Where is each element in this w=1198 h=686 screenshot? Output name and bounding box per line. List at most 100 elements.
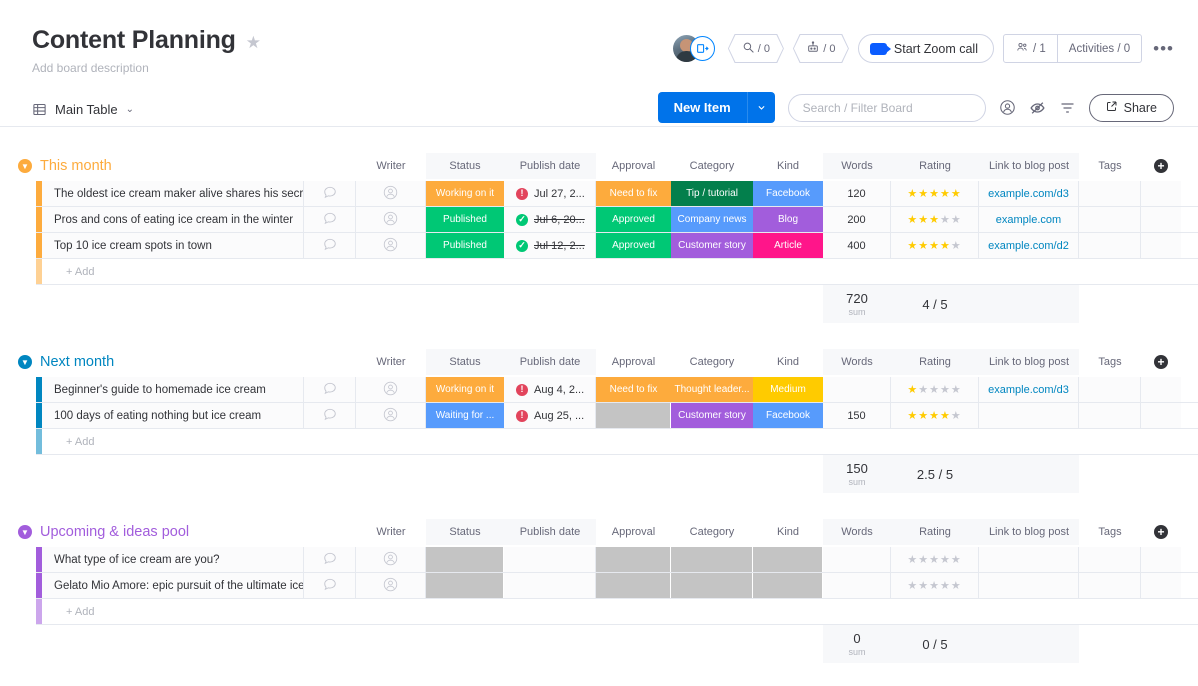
add-item-row[interactable]: + Add — [36, 599, 1198, 625]
cell-status[interactable]: Working on it — [426, 377, 504, 402]
cell-status[interactable]: Published — [426, 233, 504, 258]
tab-main-table[interactable]: Main Table ⌄ — [32, 102, 134, 117]
table-row[interactable]: Top 10 ice cream spots in town Published ✓… — [36, 233, 1198, 259]
share-button[interactable]: Share — [1088, 93, 1174, 122]
cell-status[interactable]: Working on it — [426, 181, 504, 206]
column-header-rating[interactable]: Rating — [891, 349, 979, 375]
add-item-label[interactable]: + Add — [42, 259, 426, 284]
cell-words[interactable]: 120 — [823, 181, 891, 206]
summary-rating[interactable]: 0 / 5 — [891, 625, 979, 663]
cell-words[interactable] — [823, 573, 891, 598]
cell-link[interactable]: example.com/d3 — [979, 181, 1079, 206]
cell-writer[interactable] — [356, 377, 426, 402]
cell-rating[interactable]: ★ ★ ★ ★ ★ — [891, 573, 979, 598]
cell-category[interactable] — [671, 547, 753, 572]
column-header-link[interactable]: Link to blog post — [979, 349, 1079, 375]
cell-status[interactable] — [426, 547, 504, 572]
add-column-button[interactable]: + — [1141, 349, 1181, 375]
cell-category[interactable]: Company news — [671, 207, 753, 232]
cell-updates[interactable] — [304, 547, 356, 572]
column-header-date[interactable]: Publish date — [504, 153, 596, 179]
column-header-writer[interactable]: Writer — [356, 153, 426, 179]
cell-writer[interactable] — [356, 233, 426, 258]
cell-approval[interactable] — [596, 403, 671, 428]
new-item-dropdown-icon[interactable] — [746, 92, 775, 123]
filter-icon[interactable] — [1059, 100, 1076, 116]
new-item-button[interactable]: New Item — [657, 92, 775, 123]
search-input[interactable] — [787, 93, 986, 122]
column-header-words[interactable]: Words — [823, 349, 891, 375]
column-header-date[interactable]: Publish date — [504, 519, 596, 545]
cell-category[interactable]: Customer story — [671, 233, 753, 258]
cell-publish-date[interactable]: ✓ Jul 12, 2... — [504, 233, 596, 258]
cell-kind[interactable]: Facebook — [753, 181, 823, 206]
cell-category[interactable] — [671, 573, 753, 598]
cell-item-name[interactable]: Top 10 ice cream spots in town — [42, 233, 304, 258]
automations-button[interactable]: / 0 — [792, 34, 849, 63]
cell-words[interactable]: 150 — [823, 403, 891, 428]
cell-item-name[interactable]: Beginner's guide to homemade ice cream — [42, 377, 304, 402]
column-header-link[interactable]: Link to blog post — [979, 153, 1079, 179]
cell-rating[interactable]: ★ ★ ★ ★ ★ — [891, 403, 979, 428]
column-header-rating[interactable]: Rating — [891, 519, 979, 545]
cell-link[interactable] — [979, 547, 1079, 572]
activities-button[interactable]: Activities / 0 — [1056, 35, 1141, 62]
cell-item-name[interactable]: What type of ice cream are you? — [42, 547, 304, 572]
column-header-link[interactable]: Link to blog post — [979, 519, 1079, 545]
cell-kind[interactable] — [753, 547, 823, 572]
cell-link[interactable] — [979, 573, 1079, 598]
cell-writer[interactable] — [356, 573, 426, 598]
cell-writer[interactable] — [356, 181, 426, 206]
cell-publish-date[interactable]: ! Jul 27, 2... — [504, 181, 596, 206]
cell-rating[interactable]: ★ ★ ★ ★ ★ — [891, 181, 979, 206]
column-header-tags[interactable]: Tags — [1079, 519, 1141, 545]
cell-tags[interactable] — [1079, 403, 1141, 428]
cell-kind[interactable]: Article — [753, 233, 823, 258]
cell-writer[interactable] — [356, 207, 426, 232]
column-header-tags[interactable]: Tags — [1079, 349, 1141, 375]
column-header-status[interactable]: Status — [426, 153, 504, 179]
add-column-button[interactable]: + — [1141, 153, 1181, 179]
start-zoom-call-button[interactable]: Start Zoom call — [857, 34, 994, 63]
cell-tags[interactable] — [1079, 181, 1141, 206]
cell-approval[interactable]: Approved — [596, 207, 671, 232]
group-collapse-icon[interactable]: ▼ — [18, 159, 32, 173]
column-header-category[interactable]: Category — [671, 349, 753, 375]
cell-kind[interactable]: Medium — [753, 377, 823, 402]
summary-rating[interactable]: 4 / 5 — [891, 285, 979, 323]
table-row[interactable]: 100 days of eating nothing but ice cream… — [36, 403, 1198, 429]
add-item-row[interactable]: + Add — [36, 429, 1198, 455]
cell-link[interactable]: example.com/d2 — [979, 233, 1079, 258]
column-header-writer[interactable]: Writer — [356, 519, 426, 545]
cell-item-name[interactable]: Gelato Mio Amore: epic pursuit of the ul… — [42, 573, 304, 598]
column-header-kind[interactable]: Kind — [753, 519, 823, 545]
summary-words[interactable]: 720 sum — [823, 285, 891, 323]
cell-approval[interactable] — [596, 547, 671, 572]
board-members-button[interactable]: / 1 — [1004, 35, 1057, 62]
column-header-approval[interactable]: Approval — [596, 519, 671, 545]
summary-rating[interactable]: 2.5 / 5 — [891, 455, 979, 493]
column-header-writer[interactable]: Writer — [356, 349, 426, 375]
summary-words[interactable]: 150 sum — [823, 455, 891, 493]
page-title[interactable]: Content Planning — [32, 26, 236, 55]
table-row[interactable]: The oldest ice cream maker alive shares … — [36, 181, 1198, 207]
cell-approval[interactable] — [596, 573, 671, 598]
cell-rating[interactable]: ★ ★ ★ ★ ★ — [891, 233, 979, 258]
cell-item-name[interactable]: 100 days of eating nothing but ice cream — [42, 403, 304, 428]
column-header-kind[interactable]: Kind — [753, 349, 823, 375]
cell-link[interactable]: example.com/d3 — [979, 377, 1079, 402]
cell-rating[interactable]: ★ ★ ★ ★ ★ — [891, 207, 979, 232]
cell-updates[interactable] — [304, 181, 356, 206]
cell-tags[interactable] — [1079, 377, 1141, 402]
column-header-category[interactable]: Category — [671, 153, 753, 179]
board-description[interactable]: Add board description — [32, 61, 1174, 75]
more-options-icon[interactable]: ••• — [1151, 39, 1176, 59]
cell-approval[interactable]: Approved — [596, 233, 671, 258]
cell-words[interactable]: 400 — [823, 233, 891, 258]
column-header-category[interactable]: Category — [671, 519, 753, 545]
cell-publish-date[interactable] — [504, 573, 596, 598]
cell-kind[interactable]: Facebook — [753, 403, 823, 428]
summary-words[interactable]: 0 sum — [823, 625, 891, 663]
table-row[interactable]: What type of ice cream are you? ★ ★ ★ ★ ★ — [36, 547, 1198, 573]
cell-publish-date[interactable] — [504, 547, 596, 572]
